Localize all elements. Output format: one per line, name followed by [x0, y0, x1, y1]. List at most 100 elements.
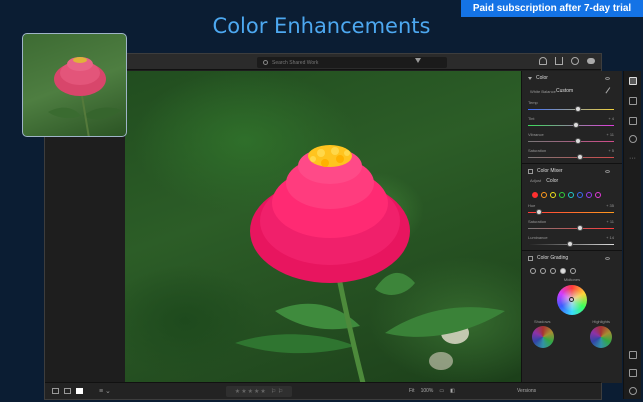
filter-icon[interactable] — [415, 58, 421, 63]
slider-label: Temp — [528, 100, 538, 105]
bell-icon[interactable] — [539, 57, 547, 65]
slider-value: + 11 — [606, 132, 614, 137]
color-swatches — [522, 188, 622, 202]
detail-view-icon[interactable] — [76, 388, 83, 394]
slider-label: Saturation — [528, 148, 547, 153]
slider-track[interactable] — [528, 141, 614, 142]
rating-stars[interactable]: ★ ★ ★ ★ ★ ⚐ ⚐ — [226, 386, 292, 397]
thumbnail-photo — [48, 57, 121, 136]
slider-tint[interactable]: Tint + 4 — [522, 115, 622, 131]
sort-icon[interactable]: ≡ ⌄ — [99, 387, 111, 395]
star-icon[interactable]: ★ — [260, 388, 265, 395]
crop-icon[interactable] — [629, 97, 637, 105]
color-grading-section: Color Grading Midtones Shadows Highlight… — [522, 251, 622, 348]
slider-knob[interactable] — [536, 209, 543, 215]
slider-track[interactable] — [528, 125, 614, 126]
lightroom-window: Search Shared Work Color White Balance C… — [44, 53, 641, 400]
color-section-header[interactable]: Color — [522, 71, 622, 85]
collapse-icon — [528, 76, 532, 80]
color-swatch[interactable] — [595, 192, 601, 198]
eye-icon[interactable] — [605, 169, 610, 173]
tag-icon[interactable] — [629, 369, 637, 377]
star-icon[interactable]: ★ — [254, 388, 259, 395]
global-icon[interactable] — [570, 268, 576, 274]
masking-icon[interactable] — [629, 135, 637, 143]
slider-track[interactable] — [528, 109, 614, 110]
slider-track[interactable] — [528, 157, 614, 158]
highlights-label: Highlights — [592, 319, 610, 324]
slider-knob[interactable] — [576, 154, 583, 160]
midtones-icon[interactable] — [550, 268, 556, 274]
edit-sliders-icon[interactable] — [629, 77, 637, 85]
help-icon[interactable] — [571, 57, 579, 65]
color-grading-header[interactable]: Color Grading — [522, 251, 622, 265]
color-swatch[interactable] — [586, 192, 592, 198]
eyedropper-icon[interactable] — [605, 87, 614, 96]
slider-luminance[interactable]: Luminance + 14 — [522, 234, 622, 250]
slider-saturation[interactable]: Saturation + 5 — [522, 147, 622, 163]
grading-mode-buttons — [522, 265, 622, 277]
slider-knob[interactable] — [574, 138, 581, 144]
shadows-icon[interactable] — [540, 268, 546, 274]
search-icon — [263, 60, 268, 65]
highlights-wheel[interactable] — [590, 326, 612, 348]
color-mixer-section: Color Mixer Adjust Color Hue + 35 Saturati… — [522, 164, 622, 251]
color-swatch[interactable] — [559, 192, 565, 198]
star-icon[interactable]: ★ — [235, 388, 240, 395]
star-icon[interactable]: ★ — [241, 388, 246, 395]
star-icon[interactable]: ★ — [248, 388, 253, 395]
slider-knob[interactable] — [574, 106, 581, 112]
white-balance-dropdown[interactable]: Custom — [556, 88, 573, 94]
more-icon[interactable]: ··· — [629, 155, 637, 163]
grid-view-icon[interactable] — [52, 388, 59, 394]
flag-icons[interactable]: ⚐ ⚐ — [271, 388, 283, 395]
highlights-icon[interactable] — [560, 268, 566, 274]
adjust-row: Adjust Color — [522, 178, 622, 188]
cloud-icon[interactable] — [587, 58, 595, 64]
color-swatch[interactable] — [577, 192, 583, 198]
adjust-dropdown[interactable]: Color — [546, 178, 558, 184]
shadows-wheel[interactable] — [532, 326, 554, 348]
before-after-icon[interactable]: ◧ — [450, 388, 455, 394]
slider-label: Luminance — [528, 235, 548, 240]
share-icon[interactable] — [555, 57, 563, 65]
comment-icon[interactable] — [629, 351, 637, 359]
slider-track[interactable] — [528, 228, 614, 229]
midtones-wheel[interactable] — [557, 285, 587, 315]
color-swatch[interactable] — [568, 192, 574, 198]
wheel-handle[interactable] — [569, 297, 574, 302]
view-modes — [52, 388, 83, 394]
color-section-title: Color — [536, 75, 548, 81]
photo-canvas[interactable] — [125, 71, 521, 383]
slider-value: + 14 — [606, 235, 614, 240]
zoom-fit-label[interactable]: Fit — [409, 388, 415, 394]
eye-icon[interactable] — [605, 256, 610, 260]
adjust-label: Adjust — [530, 178, 542, 183]
slider-knob[interactable] — [576, 225, 583, 231]
color-mixer-header[interactable]: Color Mixer — [522, 164, 622, 178]
bottom-toolbar: ≡ ⌄ ★ ★ ★ ★ ★ ⚐ ⚐ Fit 100% ▭ ◧ Versions — [45, 382, 601, 399]
eye-icon[interactable] — [605, 76, 610, 80]
zoom-value[interactable]: 100% — [421, 388, 434, 394]
slider-hue[interactable]: Hue + 35 — [522, 202, 622, 218]
slider-saturation[interactable]: Saturation + 11 — [522, 218, 622, 234]
slider-knob[interactable] — [566, 241, 573, 247]
color-swatch[interactable] — [550, 192, 556, 198]
info-icon[interactable] — [629, 387, 637, 395]
slider-label: Hue — [528, 203, 536, 208]
slider-vibrance[interactable]: Vibrance + 11 — [522, 131, 622, 147]
color-mixer-title: Color Mixer — [537, 168, 563, 174]
three-way-icon[interactable] — [530, 268, 536, 274]
square-grid-icon[interactable] — [64, 388, 71, 394]
slider-temp[interactable]: Temp — [522, 99, 622, 115]
compare-icon[interactable]: ▭ — [439, 388, 444, 394]
slider-knob[interactable] — [572, 122, 579, 128]
healing-brush-icon[interactable] — [629, 117, 637, 125]
zoom-controls: Fit 100% ▭ ◧ — [409, 388, 455, 394]
tool-strip: ··· — [623, 71, 641, 399]
color-swatch[interactable] — [532, 192, 538, 198]
versions-button[interactable]: Versions — [517, 388, 536, 394]
white-balance-label: White Balance — [530, 89, 556, 94]
color-swatch[interactable] — [541, 192, 547, 198]
color-grading-title: Color Grading — [537, 255, 569, 261]
